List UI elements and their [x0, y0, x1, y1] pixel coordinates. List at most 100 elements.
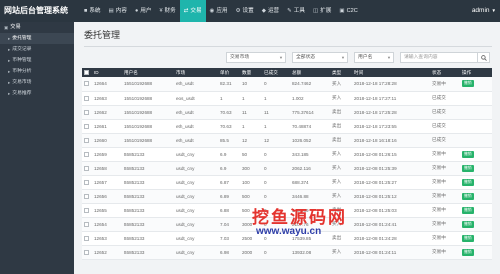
row-actions-cell [460, 133, 492, 148]
nav-content[interactable]: ▤ 内容 [105, 0, 131, 22]
nav-apps[interactable]: ◉ 应用 [206, 0, 232, 22]
wrench-icon: ✎ [287, 8, 292, 14]
sidebar-item-coin-analysis[interactable]: ▸ 币种分析 [0, 66, 74, 77]
row-checkbox[interactable] [84, 179, 89, 185]
status-select[interactable]: 全部状态 ▼ [292, 52, 348, 63]
cancel-order-button[interactable]: 撤销 [462, 150, 474, 158]
column-header[interactable]: 总额 [290, 68, 330, 77]
table-cell: tt6852133 [122, 161, 174, 176]
nav-label: 用户 [140, 8, 152, 14]
row-select-cell [82, 133, 92, 148]
nav-users[interactable]: ● 用户 [131, 0, 156, 22]
row-actions-cell [460, 105, 492, 120]
select-all-cell [82, 68, 92, 77]
row-checkbox[interactable] [84, 123, 89, 129]
table-cell: usdt_cny [174, 203, 218, 218]
market-select[interactable]: 交易市场 ▼ [226, 52, 286, 63]
trade-icon: ⇄ [183, 8, 189, 14]
search-button[interactable] [478, 52, 490, 63]
cancel-order-button[interactable]: 撤销 [462, 192, 474, 200]
table-cell: 6.9 [218, 161, 240, 176]
column-header[interactable]: 操作 [460, 68, 492, 77]
column-header[interactable]: 单价 [218, 68, 240, 77]
sidebar-item-deals[interactable]: ▸ 成交记录 [0, 44, 74, 55]
cancel-order-button[interactable]: 撤销 [462, 234, 474, 242]
table-cell: 交易中 [430, 217, 460, 232]
column-header[interactable]: 市场 [174, 68, 218, 77]
row-checkbox[interactable] [84, 221, 89, 227]
field-select[interactable]: 用户名 ▼ [354, 52, 394, 63]
nav-tools[interactable]: ✎ 工具 [283, 0, 309, 22]
table-cell: 7.03 [218, 231, 240, 246]
row-checkbox[interactable] [84, 165, 89, 171]
table-cell: usdt_cny [174, 189, 218, 204]
table-row: 12657 tt6852133 usdt_cny 6.87 100 0 688.374 买入 2… [82, 175, 492, 190]
row-checkbox[interactable] [84, 137, 89, 143]
divider [84, 46, 492, 47]
row-checkbox[interactable] [84, 81, 89, 87]
row-select-cell [82, 105, 92, 120]
nav-settings[interactable]: ⚙ 设置 [232, 0, 258, 22]
gear-icon: ⚙ [235, 8, 241, 14]
row-checkbox[interactable] [84, 235, 89, 241]
table-cell: 0 [262, 245, 290, 260]
row-checkbox[interactable] [84, 249, 89, 255]
cancel-order-button[interactable]: 撤销 [462, 220, 474, 228]
sidebar-item-recommend[interactable]: ▸ 交易推荐 [0, 88, 74, 99]
nav-finance[interactable]: ¥ 财务 [155, 0, 179, 22]
table-cell: 已成交 [430, 119, 460, 134]
nav-label: C2C [346, 8, 358, 14]
column-header[interactable]: ID [92, 68, 122, 77]
table-cell: 交易中 [430, 189, 460, 204]
table-row: 12660 15510192688 eth_usdt 85.5 12 12 1026.052… [82, 133, 492, 148]
cancel-order-button[interactable]: 撤销 [462, 248, 474, 256]
apps-icon: ◉ [209, 8, 215, 14]
table-cell: 15510192688 [122, 133, 174, 148]
row-checkbox[interactable] [84, 193, 89, 199]
column-header[interactable]: 类型 [330, 68, 352, 77]
list-icon: ▸ [8, 36, 11, 41]
nav-label: 财务 [164, 8, 176, 14]
table-cell: 500 [240, 189, 262, 204]
cancel-order-button[interactable]: 撤销 [462, 206, 474, 214]
row-select-cell [82, 161, 92, 176]
table-cell: tt6852133 [122, 217, 174, 232]
table-cell: 2018-12-18 17:25:28 [352, 105, 430, 120]
watermark-url: www.wayu.cn [256, 226, 322, 237]
sidebar-item-orders[interactable]: ▸ 委托管理 [0, 33, 74, 44]
row-checkbox[interactable] [84, 151, 89, 157]
select-all-checkbox[interactable] [84, 70, 89, 76]
nav-trade[interactable]: ⇄ 交易 [179, 0, 206, 22]
watermark-title: 挖鱼源码网 [252, 208, 347, 228]
column-header[interactable]: 状态 [430, 68, 460, 77]
column-header[interactable]: 时间 [352, 68, 430, 77]
nav-operations[interactable]: ◆ 运营 [258, 0, 283, 22]
column-header[interactable]: 数量 [240, 68, 262, 77]
sidebar-item-markets[interactable]: ▸ 交易市场 [0, 77, 74, 88]
table-cell: 85.5 [218, 133, 240, 148]
table-cell: 6.98 [218, 245, 240, 260]
top-nav: ■ 系统 ▤ 内容 ● 用户 ¥ 财务 ⇄ 交易 ◉ 应用 ⚙ 设置 ◆ 运营 ✎ 工具 ◫ 扩展 … [80, 0, 362, 22]
search-input[interactable]: 请输入查询内容 [400, 52, 478, 63]
nav-c2c[interactable]: ▣ C2C [335, 0, 361, 22]
user-menu[interactable]: admin ▼ [472, 0, 496, 22]
cancel-order-button[interactable]: 撤销 [462, 178, 474, 186]
nav-system[interactable]: ■ 系统 [80, 0, 105, 22]
row-checkbox[interactable] [84, 207, 89, 213]
row-checkbox[interactable] [84, 109, 89, 115]
row-actions-cell [460, 91, 492, 106]
sidebar-item-coins[interactable]: ▸ 币种管理 [0, 55, 74, 66]
column-header[interactable]: 已成交 [262, 68, 290, 77]
cancel-order-button[interactable]: 撤销 [462, 80, 474, 88]
nav-extensions[interactable]: ◫ 扩展 [309, 0, 335, 22]
column-header[interactable]: 用户名 [122, 68, 174, 77]
table-cell: 12654 [92, 217, 122, 232]
page-title: 委托管理 [84, 30, 121, 40]
cancel-order-button[interactable]: 撤销 [462, 164, 474, 172]
table-cell: 775.37614 [290, 105, 330, 120]
list-icon: ▸ [8, 69, 11, 74]
table-cell: 12663 [92, 91, 122, 106]
row-checkbox[interactable] [84, 95, 89, 101]
table-cell: 买入 [330, 147, 352, 162]
sidebar-section-trade[interactable]: ▣ 交易 [0, 22, 74, 33]
